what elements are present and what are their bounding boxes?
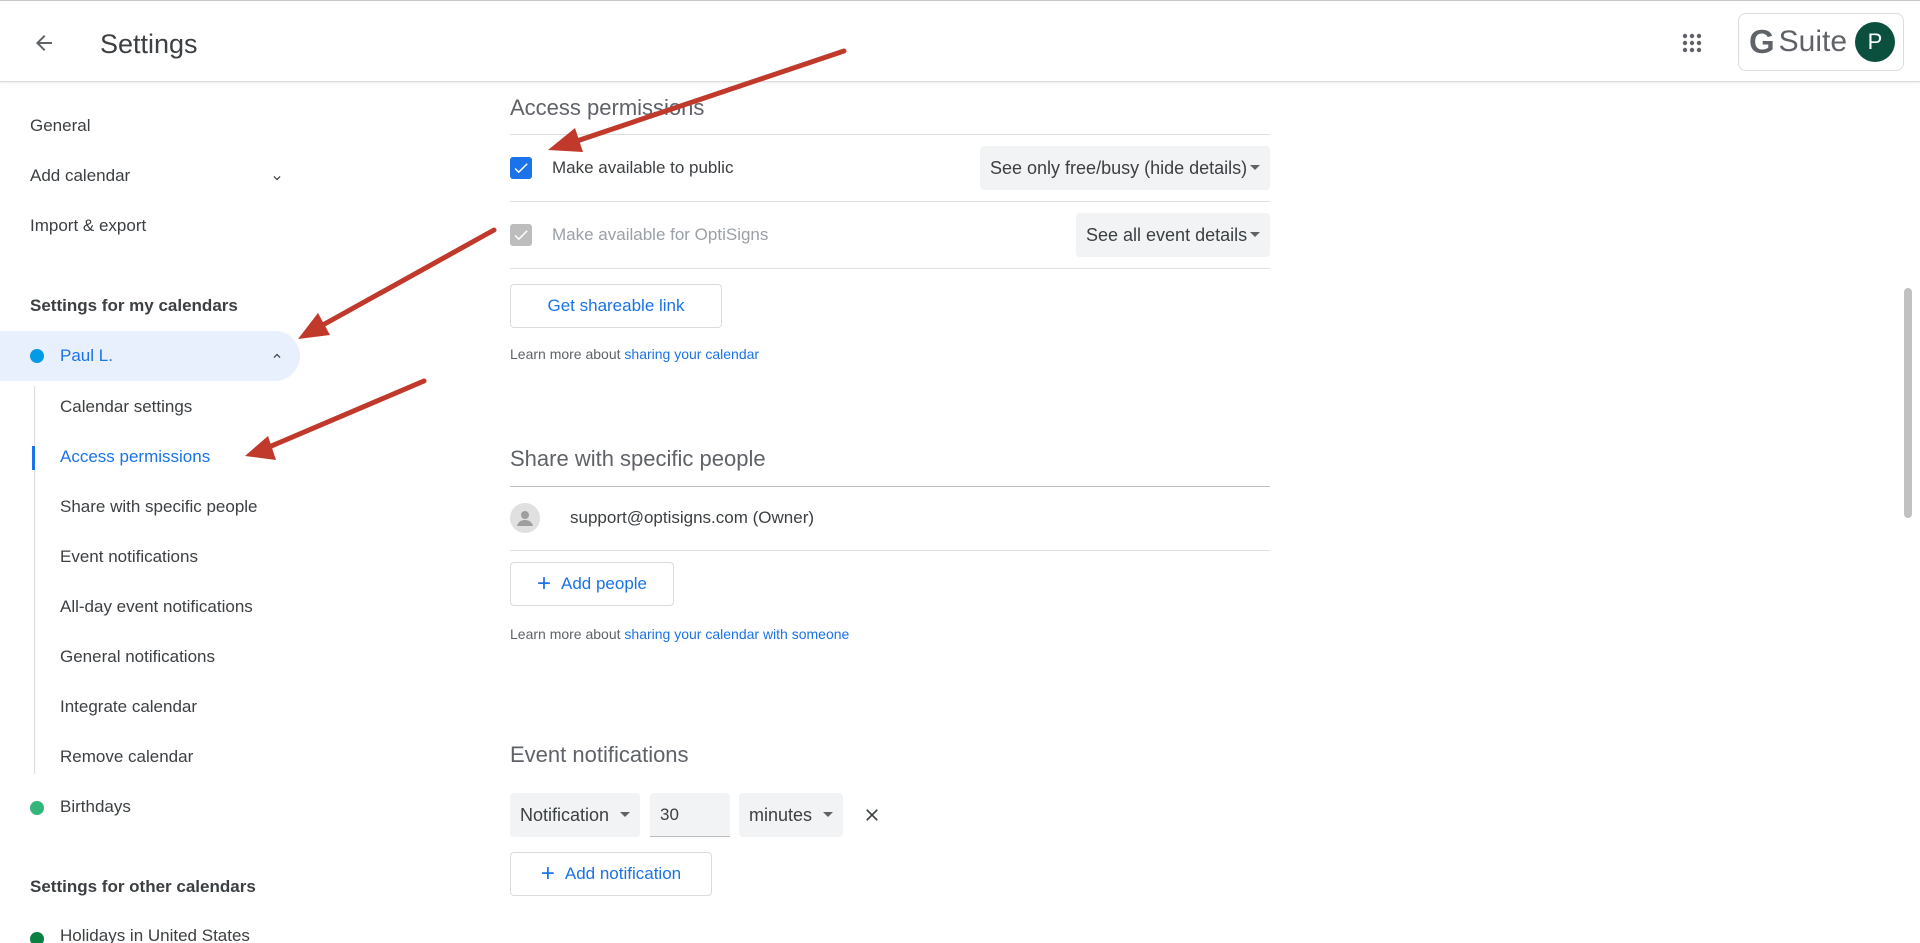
back-button[interactable] xyxy=(24,23,64,63)
select-value: minutes xyxy=(749,804,813,825)
account-switcher[interactable]: G Suite P xyxy=(1738,13,1904,71)
divider xyxy=(510,550,1270,551)
sidebar-item-integrate-calendar[interactable]: Integrate calendar xyxy=(60,697,197,717)
active-indicator xyxy=(32,446,35,470)
notification-type-select[interactable]: Notification xyxy=(510,793,640,837)
sidebar-item-label: Birthdays xyxy=(60,797,131,816)
gsuite-logo-g: G xyxy=(1749,23,1775,60)
sidebar-item-general[interactable]: General xyxy=(30,116,90,136)
plus-icon: + xyxy=(536,570,551,597)
share-specific-heading: Share with specific people xyxy=(510,446,766,471)
sharing-with-someone-link[interactable]: sharing your calendar with someone xyxy=(624,626,849,642)
other-calendars-heading: Settings for other calendars xyxy=(30,877,256,896)
close-icon xyxy=(866,809,878,821)
sidebar-item-calendar-settings[interactable]: Calendar settings xyxy=(60,397,192,417)
add-people-label: Add people xyxy=(560,574,648,593)
public-access-select[interactable]: See only free/busy (hide details) xyxy=(980,146,1270,190)
chevron-down-icon[interactable] xyxy=(270,171,284,185)
remove-notification-button[interactable] xyxy=(862,805,882,825)
add-notification-button[interactable]: + Add notification xyxy=(510,852,712,896)
caret-down-icon xyxy=(1250,232,1260,237)
divider xyxy=(510,201,1270,202)
sidebar-item-remove-calendar[interactable]: Remove calendar xyxy=(60,747,193,767)
person-avatar xyxy=(510,503,540,533)
shared-person-email: support@optisigns.com (Owner) xyxy=(570,508,815,527)
app-header: Settings G Suite P xyxy=(0,0,1920,82)
learn-more-prefix: Learn more about xyxy=(510,346,621,362)
sidebar-item-all-day-notifications[interactable]: All-day event notifications xyxy=(60,597,253,617)
sidebar-item-label: Paul L. xyxy=(60,346,113,365)
get-shareable-link-button[interactable]: Get shareable link xyxy=(510,284,722,328)
sidebar-item-label: Holidays in United States xyxy=(60,926,250,943)
divider xyxy=(510,268,1270,269)
select-value: Notification xyxy=(520,804,610,825)
caret-down-icon xyxy=(1250,165,1260,170)
select-value: See all event details xyxy=(1086,224,1248,245)
caret-down-icon xyxy=(823,812,833,817)
org-checkbox[interactable] xyxy=(510,224,532,246)
public-label: Make available to public xyxy=(552,158,734,177)
caret-down-icon xyxy=(620,812,630,817)
sidebar-item-paul-calendar[interactable]: Paul L. xyxy=(0,331,300,381)
sub-nav-rail xyxy=(34,386,35,774)
calendar-color-dot xyxy=(30,932,44,943)
sidebar-item-event-notifications[interactable]: Event notifications xyxy=(60,547,198,567)
notification-unit-select[interactable]: minutes xyxy=(739,793,843,837)
arrow-back-icon xyxy=(36,35,52,51)
sidebar-item-share-specific-people[interactable]: Share with specific people xyxy=(60,497,258,517)
sidebar-item-import-export[interactable]: Import & export xyxy=(30,216,146,236)
sidebar-item-add-calendar[interactable]: Add calendar xyxy=(30,166,130,186)
scrollbar-thumb[interactable] xyxy=(1904,288,1912,518)
divider xyxy=(510,134,1270,135)
chevron-up-icon[interactable] xyxy=(270,349,284,363)
page-title: Settings xyxy=(100,29,198,59)
calendar-color-dot xyxy=(30,801,44,815)
add-people-button[interactable]: + Add people xyxy=(510,562,674,606)
person-icon xyxy=(517,511,533,526)
select-value: See only free/busy (hide details) xyxy=(990,157,1248,178)
sidebar-item-general-notifications[interactable]: General notifications xyxy=(60,647,215,667)
my-calendars-heading: Settings for my calendars xyxy=(30,296,238,315)
sidebar-item-access-permissions[interactable]: Access permissions xyxy=(60,447,210,467)
plus-icon: + xyxy=(540,860,555,887)
org-access-select[interactable]: See all event details xyxy=(1076,213,1270,257)
access-permissions-heading: Access permissions xyxy=(510,95,705,120)
gsuite-logo-text: Suite xyxy=(1778,25,1848,58)
add-notification-label: Add notification xyxy=(564,864,682,883)
calendar-color-dot xyxy=(30,349,44,363)
learn-more-sharing: Learn more about sharing your calendar xyxy=(510,346,759,362)
learn-more-share-someone: Learn more about sharing your calendar w… xyxy=(510,626,849,642)
divider xyxy=(510,486,1270,487)
apps-button[interactable] xyxy=(1672,23,1712,63)
notification-time-input[interactable] xyxy=(650,793,730,837)
event-notifications-heading: Event notifications xyxy=(510,742,689,767)
check-icon xyxy=(514,230,528,241)
learn-more-prefix: Learn more about xyxy=(510,626,621,642)
public-checkbox[interactable] xyxy=(510,157,532,179)
sharing-calendar-link[interactable]: sharing your calendar xyxy=(624,346,759,362)
settings-sidebar: General Add calendar Import & export Set… xyxy=(0,83,420,943)
org-label: Make available for OptiSigns xyxy=(552,225,769,244)
avatar[interactable]: P xyxy=(1855,22,1895,62)
apps-grid-icon xyxy=(1682,33,1702,53)
check-icon xyxy=(514,163,528,174)
